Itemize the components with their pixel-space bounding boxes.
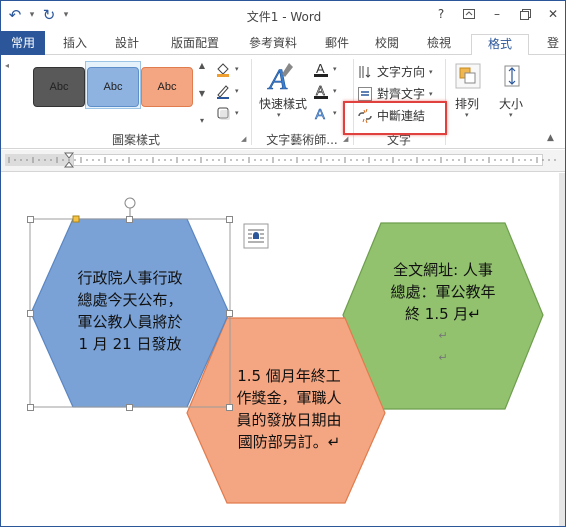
paint-bucket-icon [215, 61, 231, 77]
shape-effects-icon [215, 105, 231, 121]
resize-handle[interactable] [226, 310, 233, 317]
svg-text:A: A [316, 61, 325, 76]
svg-text:A: A [315, 106, 325, 121]
vertical-scrollbar[interactable] [559, 173, 565, 526]
resize-handle[interactable] [27, 216, 34, 223]
rotate-handle-icon [124, 197, 136, 209]
hexagon-green-text[interactable]: 全文網址: 人事 總處：軍公教年 終 1.5 月↵ ↵ ↵ [373, 259, 513, 369]
hexagon-orange-text[interactable]: 1.5 個月年終工 作獎金，軍職人 員的發放日期由 國防部另訂。↵ [219, 365, 359, 453]
quick-styles-caret[interactable]: ▾ [277, 111, 281, 119]
tab-references[interactable]: 參考資料 [241, 34, 305, 55]
quick-styles-button[interactable]: 快速樣式 [259, 95, 307, 112]
pencil-icon [215, 83, 231, 99]
minimize-icon[interactable]: – [483, 1, 511, 27]
ribbon-display-options-icon[interactable] [455, 1, 483, 27]
gallery-up-icon[interactable]: ▲ [199, 61, 205, 70]
svg-text:A: A [316, 83, 325, 98]
word-window: ↶ ▾ ↻ ▾ 文件1 - Word ? – ✕ 常用 插入 設計 版面配置 參… [0, 0, 566, 527]
wordart-quick-styles-icon[interactable]: A [263, 61, 303, 96]
shape-fill-button[interactable]: ▾ [215, 61, 239, 77]
shape-outline-button[interactable]: ▾ [215, 83, 239, 99]
document-area[interactable]: 行政院人事行政 總處今天公布， 軍公教人員將於 1 月 21 日發放 1.5 個… [1, 173, 561, 526]
horizontal-ruler[interactable] [1, 150, 565, 172]
resize-handle[interactable] [27, 310, 34, 317]
tab-review[interactable]: 校閱 [367, 34, 407, 55]
shape-styles-group-label: 圖案樣式 [111, 133, 160, 147]
text-fill-button[interactable]: A ▾ [313, 61, 337, 77]
tab-view[interactable]: 檢視 [419, 34, 459, 55]
first-line-indent-marker [63, 152, 75, 159]
text-outline-icon: A [313, 83, 329, 99]
title-bar: ↶ ▾ ↻ ▾ 文件1 - Word ? – ✕ [1, 1, 565, 31]
shape-style-orange[interactable]: Abc [141, 67, 193, 107]
ribbon-tabs: 常用 插入 設計 版面配置 參考資料 郵件 校閱 檢視 格式 登 [1, 31, 565, 56]
wordart-launcher-icon[interactable]: ◢ [343, 135, 351, 143]
paragraph-mark: ↵ [438, 329, 448, 342]
help-button[interactable]: ? [427, 1, 455, 27]
svg-text:A: A [267, 63, 288, 95]
tab-insert[interactable]: 插入 [55, 34, 95, 55]
resize-handle[interactable] [226, 216, 233, 223]
gallery-more-icon[interactable]: ▾ [200, 116, 204, 125]
tab-design[interactable]: 設計 [107, 34, 147, 55]
restore-icon[interactable] [511, 1, 539, 27]
ribbon-divider [251, 59, 252, 145]
tab-home[interactable]: 常用 [1, 31, 45, 55]
text-direction-button[interactable]: 文字方向 ▾ [357, 63, 433, 80]
size-icon[interactable] [501, 63, 525, 89]
style-gallery-scroll[interactable]: ▲ ▼ ▾ [196, 61, 208, 125]
tab-mailings[interactable]: 郵件 [319, 34, 355, 55]
resize-handle[interactable] [126, 404, 133, 411]
text-fill-icon: A [313, 61, 329, 77]
resize-handle[interactable] [27, 404, 34, 411]
collapse-ribbon-icon[interactable]: ▲ [547, 133, 554, 143]
tab-format[interactable]: 格式 [471, 34, 529, 56]
shape-style-dark[interactable]: Abc [33, 67, 85, 107]
break-link-highlight [343, 101, 447, 135]
text-effects-button[interactable]: A ▾ [313, 105, 337, 121]
arrange-icon[interactable] [455, 63, 481, 89]
wordart-group-label: 文字藝術師... [266, 133, 338, 147]
arrange-caret[interactable]: ▾ [465, 111, 469, 119]
arrange-button[interactable]: 排列 [455, 95, 479, 112]
resize-handle[interactable] [126, 216, 133, 223]
window-controls: ? – ✕ [427, 1, 565, 27]
ruler-ticks [8, 152, 556, 168]
shape-effects-button[interactable]: ▾ [215, 105, 239, 121]
align-text-icon [357, 86, 373, 102]
shape-style-blue[interactable]: Abc [87, 67, 139, 107]
text-direction-icon [357, 64, 373, 80]
tab-layout[interactable]: 版面配置 [163, 34, 227, 55]
insert-shapes-collapsed-icon[interactable]: ◂ [5, 61, 9, 70]
hexagon-blue-text[interactable]: 行政院人事行政 總處今天公布， 軍公教人員將於 1 月 21 日發放 [59, 267, 201, 355]
adjust-handle [72, 215, 80, 223]
paragraph-mark: ↵ [438, 351, 448, 364]
align-text-button[interactable]: 對齊文字 ▾ [357, 85, 433, 102]
close-icon[interactable]: ✕ [539, 1, 565, 27]
text-effects-icon: A [313, 105, 329, 121]
hanging-indent-marker [63, 161, 75, 168]
text-outline-button[interactable]: A ▾ [313, 83, 337, 99]
ribbon: ◂ Abc Abc Abc ▲ ▼ ▾ ▾ ▾ ▾ 圖案樣式 ◢ A 快速樣式 … [1, 55, 565, 149]
gallery-down-icon[interactable]: ▼ [199, 89, 205, 98]
tab-signin[interactable]: 登 [541, 34, 565, 55]
size-button[interactable]: 大小 [499, 95, 523, 112]
size-caret[interactable]: ▾ [509, 111, 513, 119]
shape-styles-launcher-icon[interactable]: ◢ [241, 135, 249, 143]
